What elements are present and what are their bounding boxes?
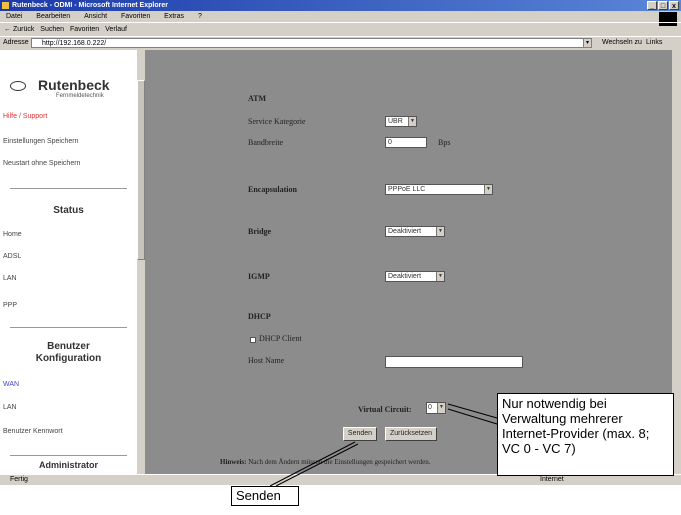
search-button[interactable]: Suchen — [40, 26, 64, 33]
igmp-select[interactable]: Deaktiviert ▼ — [385, 271, 445, 282]
close-button[interactable]: x — [669, 1, 679, 10]
ie-icon — [2, 2, 9, 9]
sidebar-link-lan-config[interactable]: LAN — [3, 404, 17, 411]
maximize-button[interactable]: □ — [658, 1, 668, 10]
menu-ansicht[interactable]: Ansicht — [84, 13, 107, 20]
service-select-value: UBR — [388, 118, 403, 125]
dhcp-client-label: DHCP Client — [259, 334, 302, 343]
chevron-down-icon: ▼ — [484, 185, 492, 194]
sidebar-scrollbar[interactable] — [137, 50, 145, 474]
go-button[interactable]: Wechseln zu — [602, 39, 642, 46]
divider — [10, 188, 127, 189]
sidebar-link-wan[interactable]: WAN — [3, 381, 19, 388]
config-heading-2: Konfiguration — [35, 353, 102, 364]
encapsulation-select[interactable]: PPPoE LLC ▼ — [385, 184, 493, 195]
address-bar: Adresse http://192.168.0.222/ ▾ Wechseln… — [0, 36, 681, 50]
hint-bold: Hinweis: — [220, 458, 247, 466]
status-heading: Status — [53, 205, 84, 216]
sidebar-link-ppp[interactable]: PPP — [3, 302, 17, 309]
favorites-button[interactable]: Favoriten — [70, 26, 99, 33]
logo-subtitle: Fernmeldetechnik — [56, 93, 104, 99]
menu-bar: Datei Bearbeiten Ansicht Favoriten Extra… — [0, 11, 681, 22]
hint-body: Nach dem Ändern müssen die Einstellungen… — [248, 458, 431, 466]
sidebar-scroll-thumb[interactable] — [137, 80, 145, 260]
virtual-circuit-value: 0 — [428, 404, 432, 411]
menu-favoriten[interactable]: Favoriten — [121, 13, 150, 20]
security-zone: Internet — [540, 476, 564, 483]
dhcp-heading: DHCP — [248, 312, 271, 321]
bridge-select-value: Deaktiviert — [388, 228, 422, 235]
address-label: Adresse — [3, 39, 29, 46]
service-label: Service Kategorie — [248, 117, 306, 126]
config-heading-1: Benutzer — [47, 341, 90, 352]
hostname-label: Host Name — [248, 356, 285, 365]
links-button[interactable]: Links — [646, 39, 662, 46]
atm-heading: ATM — [248, 94, 267, 103]
logo-mark-icon — [10, 81, 26, 91]
sidebar-link-home[interactable]: Home — [3, 231, 22, 238]
igmp-select-value: Deaktiviert — [388, 273, 422, 280]
bandwidth-unit: Bps — [438, 138, 451, 147]
chevron-down-icon: ▼ — [436, 272, 444, 281]
menu-bearbeiten[interactable]: Bearbeiten — [36, 13, 70, 20]
bandwidth-input[interactable]: 0 — [385, 137, 427, 148]
menu-datei[interactable]: Datei — [6, 13, 22, 20]
sidebar-link-password[interactable]: Benutzer Kennwort — [3, 428, 63, 435]
title-bar: Rutenbeck - ODMI - Microsoft Internet Ex… — [0, 0, 681, 11]
address-dropdown-icon[interactable]: ▾ — [583, 38, 592, 48]
divider — [10, 327, 127, 328]
address-input[interactable]: http://192.168.0.222/ — [31, 38, 586, 48]
sidebar-link-lan-status[interactable]: LAN — [3, 275, 17, 282]
sidebar-link-help[interactable]: Hilfe / Support — [3, 113, 47, 120]
reset-button[interactable]: Zurücksetzen — [385, 427, 437, 441]
menu-extras[interactable]: Extras — [164, 13, 184, 20]
dhcp-client-checkbox[interactable] — [250, 337, 256, 343]
chevron-down-icon: ▼ — [437, 403, 445, 413]
igmp-label: IGMP — [248, 272, 270, 281]
menu-help[interactable]: ? — [198, 13, 202, 20]
send-button[interactable]: Senden — [343, 427, 377, 441]
hint-text: Hinweis: Nach dem Ändern müssen die Eins… — [220, 458, 431, 466]
service-select[interactable]: UBR ▼ — [385, 116, 417, 127]
hostname-input[interactable] — [385, 356, 523, 368]
bridge-label: Bridge — [248, 227, 272, 236]
history-button[interactable]: Verlauf — [105, 26, 127, 33]
encapsulation-label: Encapsulation — [248, 185, 297, 194]
rutenbeck-logo: Rutenbeck Fernmeldetechnik — [10, 77, 130, 103]
send-callout: Senden — [231, 486, 299, 506]
virtual-circuit-select[interactable]: 0 ▼ — [426, 402, 446, 414]
admin-heading: Administrator — [38, 460, 98, 470]
sidebar: Rutenbeck Fernmeldetechnik Hilfe / Suppo… — [0, 50, 137, 474]
status-text: Fertig — [10, 476, 28, 483]
minimize-button[interactable]: _ — [647, 1, 657, 10]
chevron-down-icon: ▼ — [408, 117, 416, 126]
toolbar: ← Zurück Suchen Favoriten Verlauf — [0, 22, 681, 36]
sidebar-link-save[interactable]: Einstellungen Speichern — [3, 138, 79, 145]
virtual-circuit-callout: Nur notwendig bei Verwaltung mehrerer In… — [497, 393, 674, 476]
chevron-down-icon: ▼ — [436, 227, 444, 236]
window-title: Rutenbeck - ODMI - Microsoft Internet Ex… — [12, 2, 168, 9]
bridge-select[interactable]: Deaktiviert ▼ — [385, 226, 445, 237]
logo-name: Rutenbeck — [38, 77, 110, 93]
sidebar-link-adsl[interactable]: ADSL — [3, 253, 21, 260]
divider — [10, 455, 127, 456]
virtual-circuit-label: Virtual Circuit: — [358, 405, 412, 414]
encapsulation-select-value: PPPoE LLC — [388, 186, 426, 193]
sidebar-link-restart[interactable]: Neustart ohne Speichern — [3, 160, 80, 167]
back-button[interactable]: ← Zurück — [4, 26, 34, 33]
bandwidth-label: Bandbreite — [248, 138, 284, 147]
